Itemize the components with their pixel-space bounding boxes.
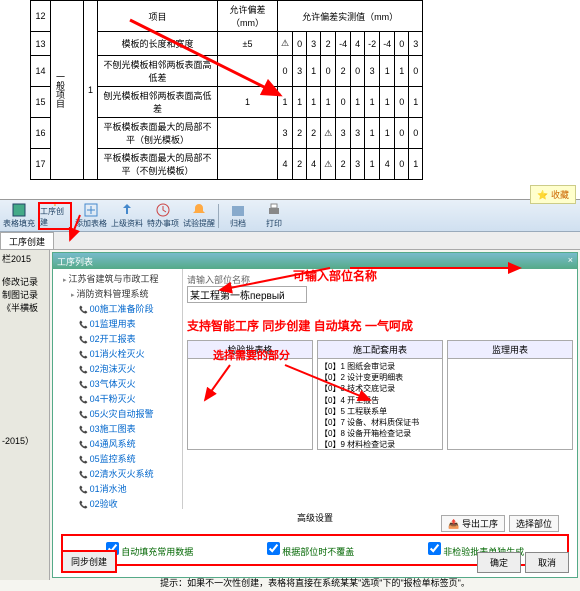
select-part-btn[interactable]: 选择部位 xyxy=(509,515,559,532)
ribbon-archive[interactable]: 归档 xyxy=(221,202,255,230)
anno-select: 选择需要的部分 xyxy=(213,347,290,363)
ribbon-fill[interactable]: 表格填充 xyxy=(2,202,36,230)
spec-table-area: 12一般项目1项目允许偏差（mm）允许偏差实测值（mm） 13模板的长度和宽度±… xyxy=(0,0,580,200)
sync-create-button[interactable]: 同步创建 xyxy=(61,550,117,573)
project-tree[interactable]: 江苏省建筑与市政工程 消防资料管理系统 00施工准备阶段 01监理用表 02开工… xyxy=(53,269,183,509)
spec-table: 12一般项目1项目允许偏差（mm）允许偏差实测值（mm） 13模板的长度和宽度±… xyxy=(30,0,423,180)
box-supervision[interactable]: 监理用表 xyxy=(447,340,573,450)
opt-nooverwrite[interactable]: 根据部位时不覆盖 xyxy=(267,542,355,558)
ribbon-pending[interactable]: 特办事项 xyxy=(146,202,180,230)
opt-autofill[interactable]: 自动填充常用数据 xyxy=(106,542,194,558)
anno-input: 可输入部位名称 xyxy=(293,267,377,284)
ribbon-remind[interactable]: 试验提醒 xyxy=(182,202,216,230)
ribbon-upper[interactable]: 上级资料 xyxy=(110,202,144,230)
favorite-badge[interactable]: ⭐ 收藏 xyxy=(530,185,576,204)
left-rail: 栏2015 修改记录 制图记录 《半横板 -2015） xyxy=(0,250,50,580)
tab-process[interactable]: 工序创建 xyxy=(0,232,54,249)
ribbon-create-process[interactable]: 工序创建 xyxy=(38,202,72,230)
dialog-title: 工序列表 xyxy=(57,255,93,267)
ribbon-print[interactable]: 打印 xyxy=(257,202,291,230)
part-name-input[interactable] xyxy=(187,286,307,303)
export-btn[interactable]: 📤 导出工序 xyxy=(441,515,505,532)
hint-text: 提示：如果不一次性创建，表格将直接在系统某某"选项"下的"报检单标签页"。 xyxy=(53,574,577,591)
cancel-button[interactable]: 取消 xyxy=(525,552,569,573)
box-construction[interactable]: 施工配套用表 【0】1 图纸会审记录【0】2 设计变更明细表【0】3 技术交底记… xyxy=(317,340,443,450)
anno-features: 支持智能工序 同步创建 自动填充 一气呵成 xyxy=(187,317,573,334)
ribbon-add-table[interactable]: 添加表格 xyxy=(74,202,108,230)
process-dialog: 工序列表 × 📤 导出工序选择部位 江苏省建筑与市政工程 消防资料管理系统 00施… xyxy=(52,252,578,578)
ok-button[interactable]: 确定 xyxy=(477,552,521,573)
ribbon-toolbar: 表格填充 工序创建 添加表格 上级资料 特办事项 试验提醒 归档 打印 xyxy=(0,200,580,232)
doc-tabs: 工序创建 xyxy=(0,232,580,250)
close-icon[interactable]: × xyxy=(568,255,573,267)
